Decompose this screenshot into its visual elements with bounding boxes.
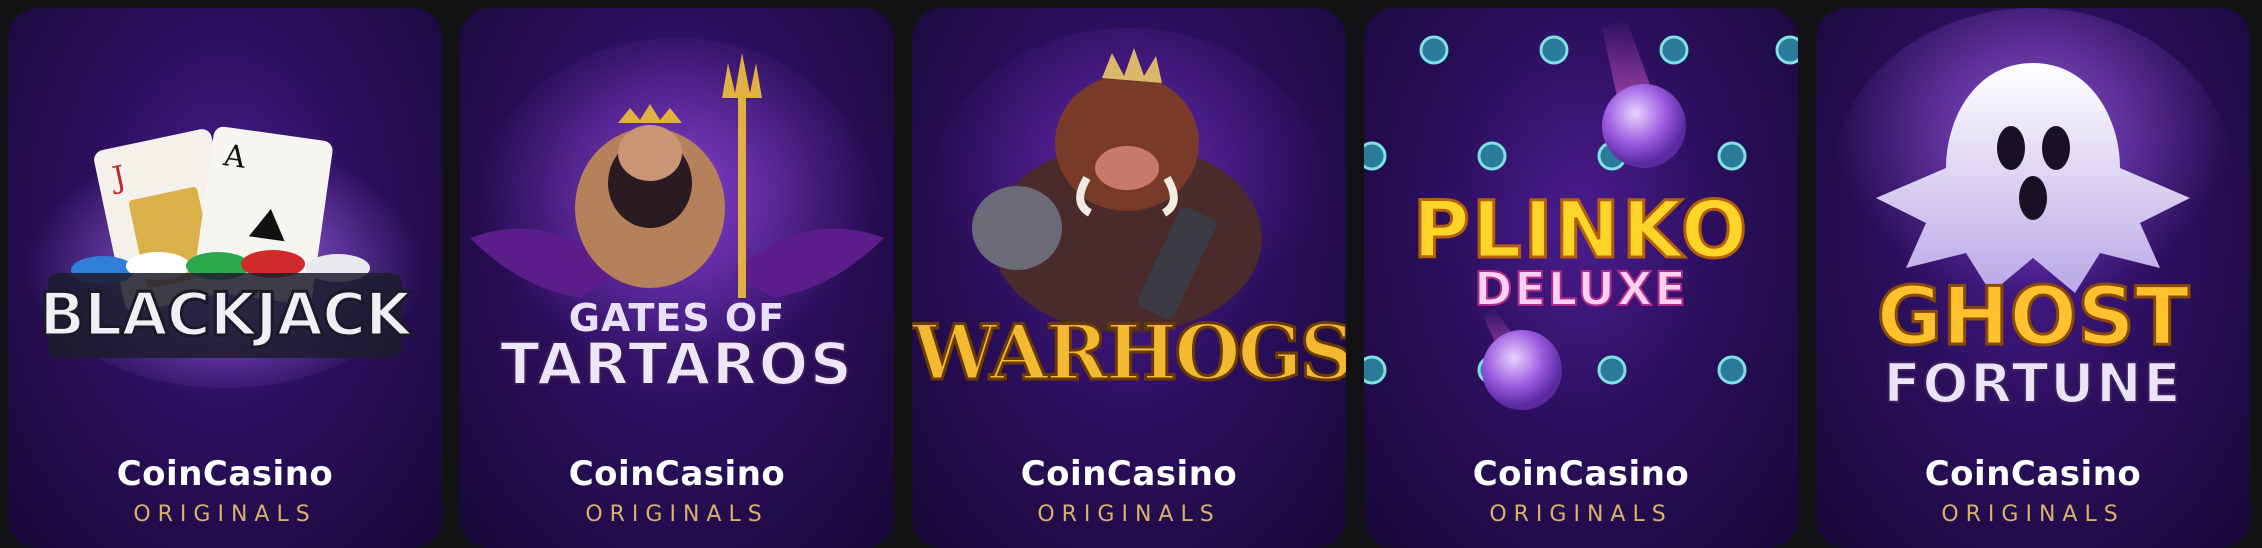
brand-name: CoinCasino bbox=[1020, 454, 1238, 494]
game-title-line-2: DELUXE bbox=[1473, 261, 1688, 317]
game-card-ghost-fortune[interactable]: GHOST FORTUNE CoinCasino ORIGINALS bbox=[1816, 8, 2250, 548]
brand-name: CoinCasino bbox=[568, 454, 786, 494]
game-card-blackjack[interactable]: J A BLACKJACK CoinCasino ORIGINALS bbox=[8, 8, 442, 548]
game-card-plinko-deluxe[interactable]: PLINKO DELUXE CoinCasino ORIGINALS bbox=[1364, 8, 1798, 548]
game-cards-row: J A BLACKJACK CoinCasino ORIGINALS GATES… bbox=[0, 0, 2262, 548]
originals-label: ORIGINALS bbox=[1941, 502, 2125, 527]
brand-name: CoinCasino bbox=[1472, 454, 1690, 494]
game-title: WARHOGS bbox=[912, 307, 1346, 399]
originals-label: ORIGINALS bbox=[585, 502, 769, 527]
originals-label: ORIGINALS bbox=[133, 502, 317, 527]
game-card-gates-of-tartaros[interactable]: GATES OF TARTAROS CoinCasino ORIGINALS bbox=[460, 8, 894, 548]
originals-label: ORIGINALS bbox=[1037, 502, 1221, 527]
game-title-line-2: TARTAROS bbox=[499, 329, 854, 399]
blackjack-artwork: J A bbox=[25, 126, 425, 388]
brand-name: CoinCasino bbox=[116, 454, 334, 494]
originals-label: ORIGINALS bbox=[1489, 502, 1673, 527]
game-title-line-1: GHOST bbox=[1875, 269, 2191, 365]
game-title: BLACKJACK bbox=[38, 279, 413, 352]
game-title-line-2: FORTUNE bbox=[1883, 351, 2183, 416]
brand-name: CoinCasino bbox=[1924, 454, 2142, 494]
game-card-warhogs[interactable]: WARHOGS CoinCasino ORIGINALS bbox=[912, 8, 1346, 548]
